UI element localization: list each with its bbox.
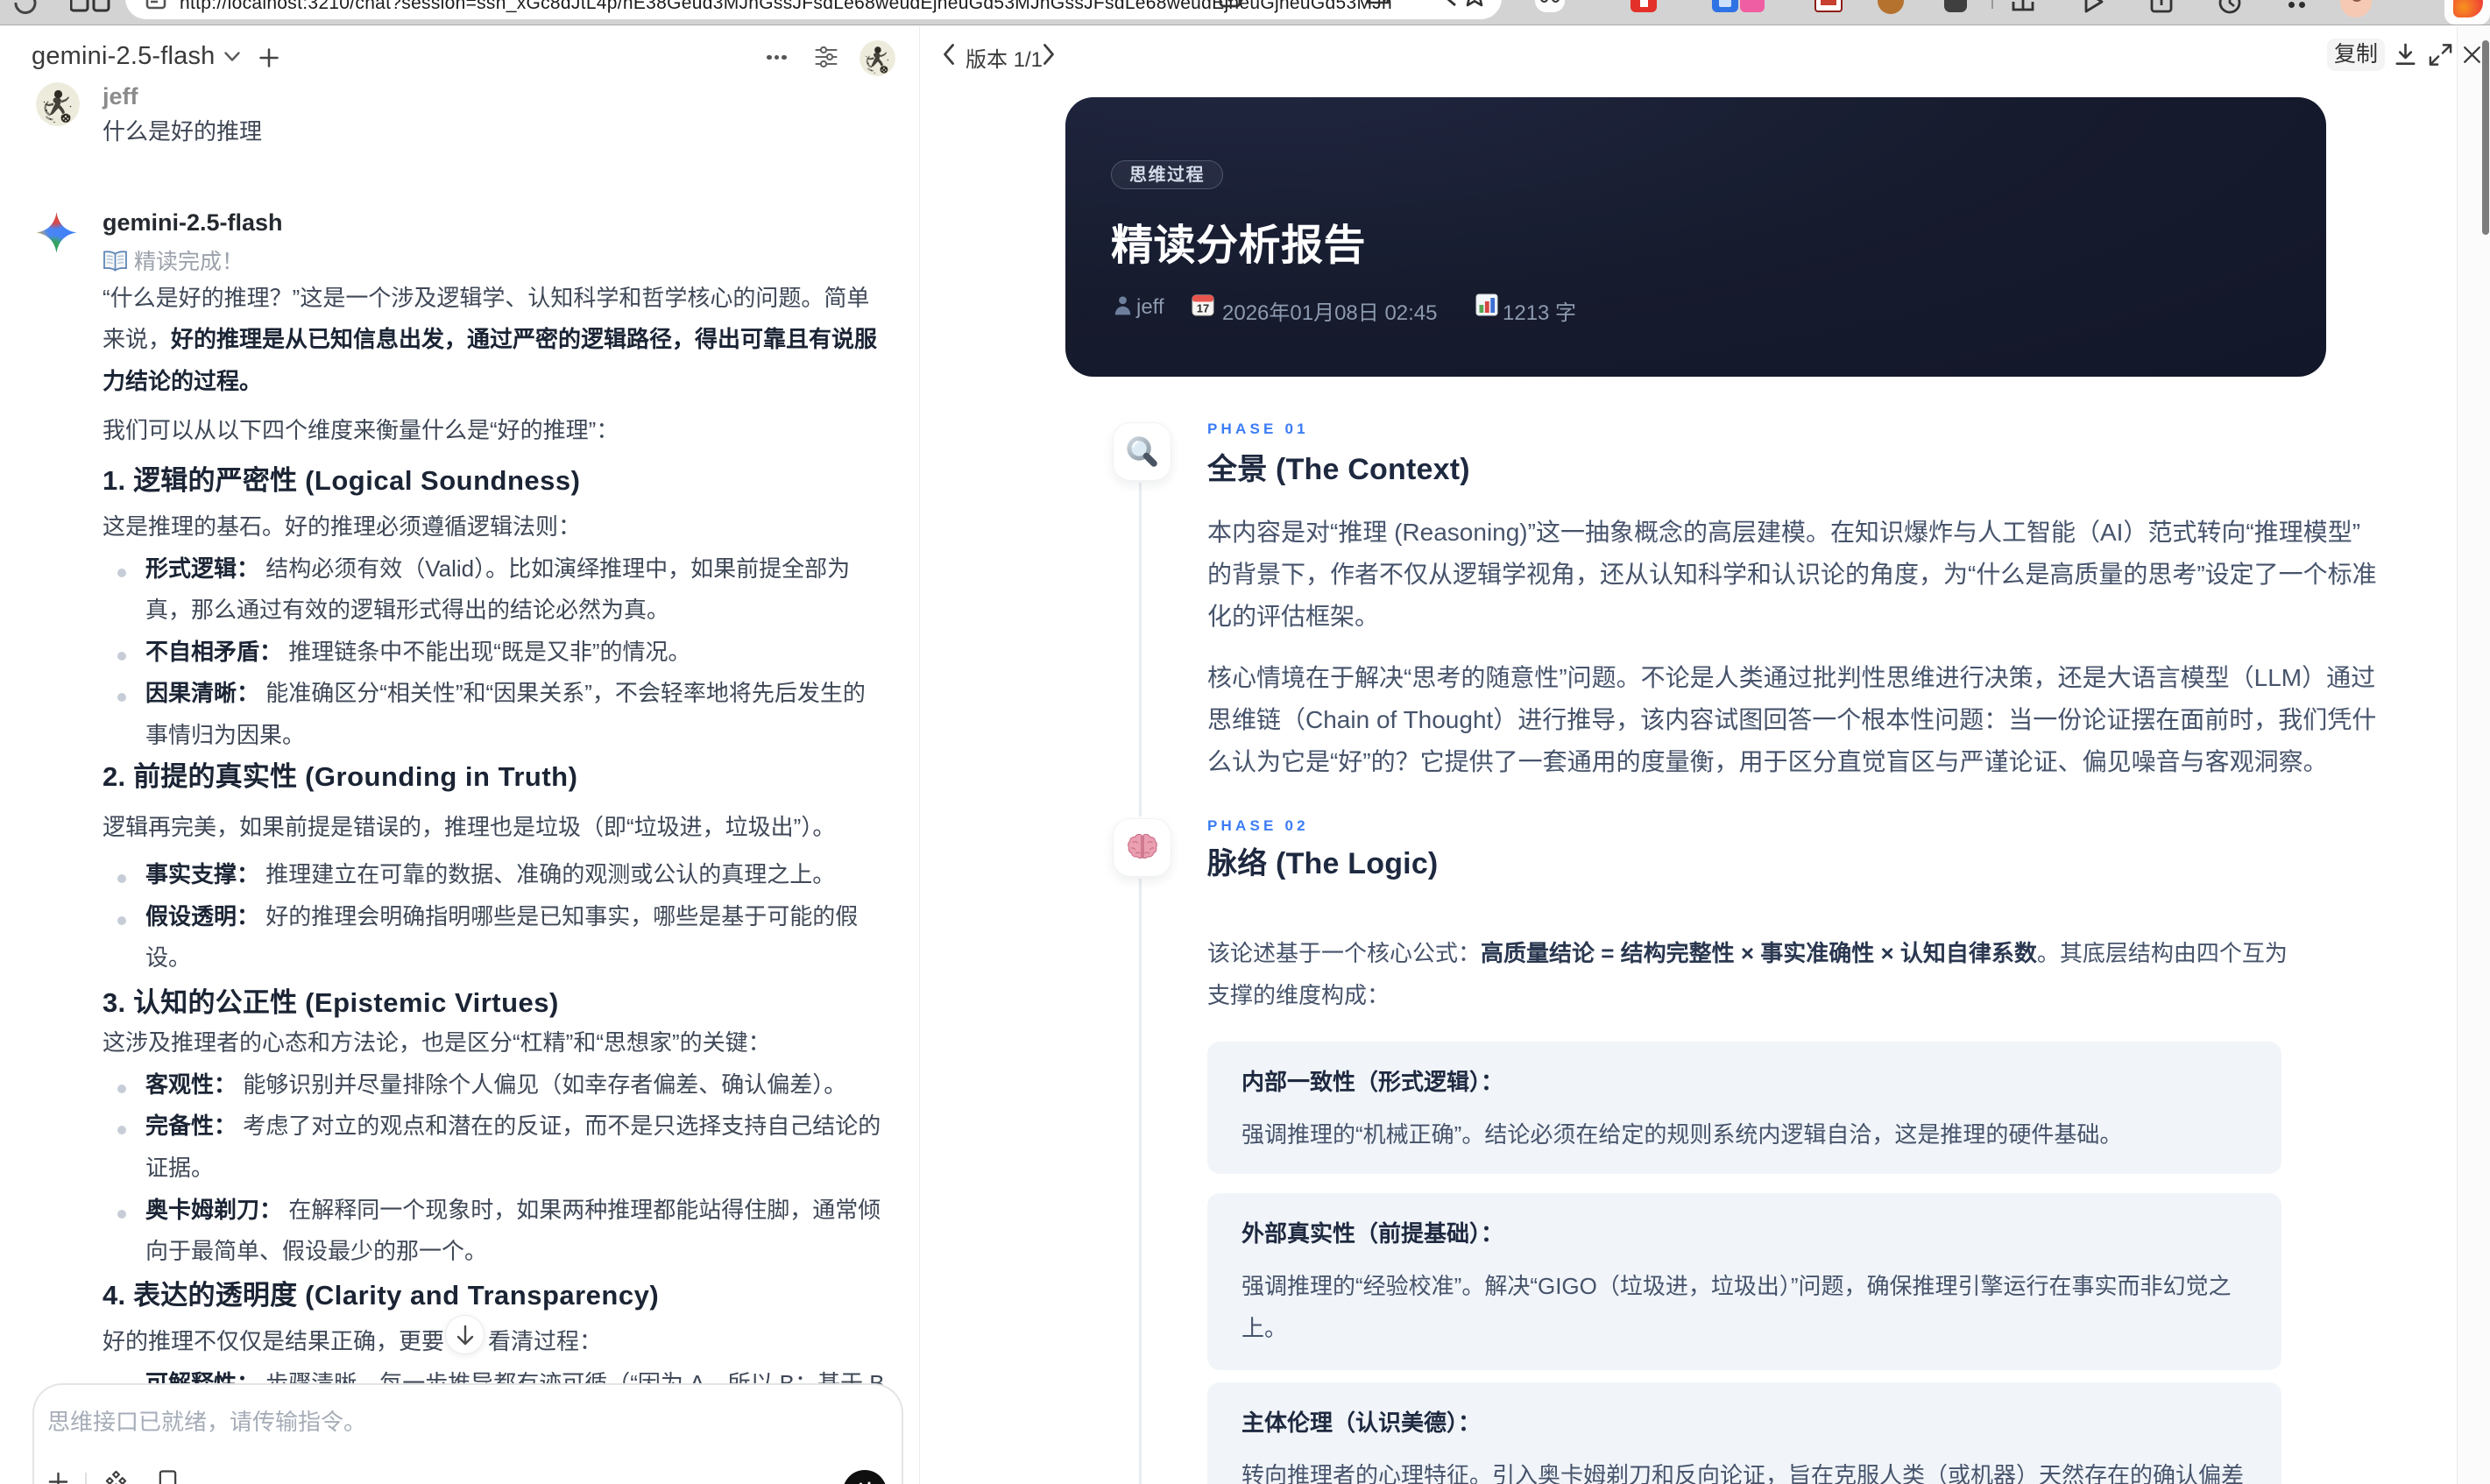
svg-text:17: 17 xyxy=(1197,302,1209,315)
